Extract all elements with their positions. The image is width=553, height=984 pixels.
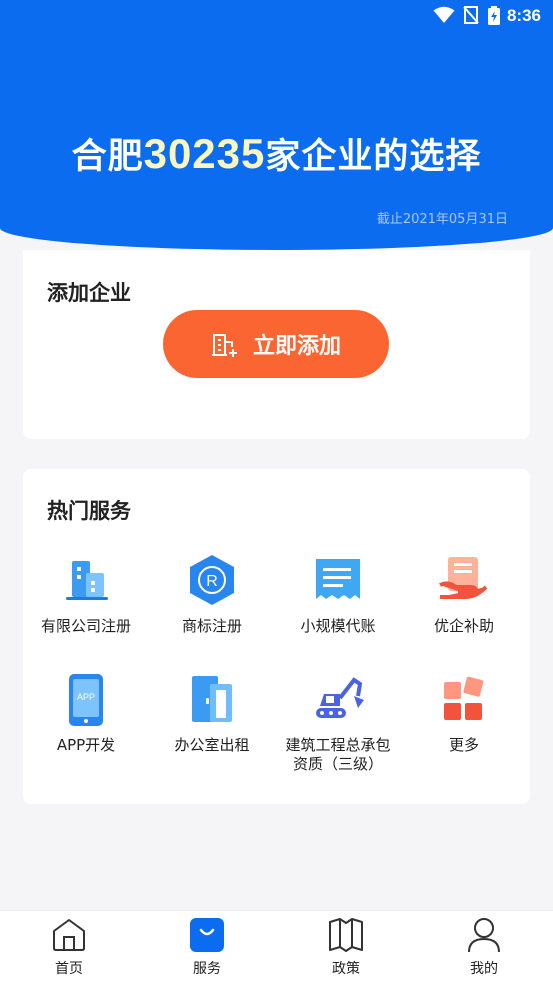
- tab-services[interactable]: 服务: [138, 911, 276, 984]
- book-icon: [329, 918, 363, 952]
- hero-company-count: 30235: [143, 130, 266, 177]
- tab-home[interactable]: 首页: [0, 911, 138, 984]
- building-icon: [66, 561, 108, 600]
- service-office-rental[interactable]: 办公室出租: [149, 672, 275, 755]
- svg-text:R: R: [206, 573, 218, 590]
- service-label: 优企补助: [433, 617, 494, 635]
- service-label: 更多: [448, 736, 479, 754]
- service-label: 办公室出租: [174, 736, 250, 754]
- hero-suffix: 家企业的选择: [265, 137, 482, 177]
- service-trademark-registration[interactable]: R 商标注册: [149, 553, 275, 636]
- hero-headline: 合肥30235家企业的选择: [0, 128, 553, 179]
- tab-label: 服务: [193, 961, 221, 977]
- add-company-button-label: 立即添加: [252, 334, 341, 359]
- add-company-title: 添加企业: [47, 281, 131, 305]
- tab-mine[interactable]: 我的: [415, 911, 553, 984]
- svg-text:APP: APP: [77, 692, 95, 702]
- tab-label: 政策: [332, 961, 360, 977]
- status-bar: 8:36: [0, 0, 553, 32]
- service-label: APP开发: [56, 736, 116, 754]
- service-small-bookkeeping[interactable]: 小规模代账: [275, 553, 401, 636]
- person-icon: [468, 918, 500, 953]
- hot-services-title: 热门服务: [47, 499, 131, 523]
- service-bag-icon: [190, 918, 224, 952]
- home-icon: [53, 919, 85, 951]
- office-door-icon: [192, 676, 232, 722]
- service-label: 商标注册: [181, 617, 242, 635]
- service-label: 建筑工程总承包 资质（三级）: [285, 736, 391, 773]
- subsidy-icon: [439, 557, 488, 599]
- building-add-icon: [211, 334, 237, 357]
- excavator-icon: [316, 677, 364, 718]
- trademark-icon: R: [190, 555, 234, 605]
- wifi-icon: [433, 6, 455, 23]
- service-label: 小规模代账: [300, 617, 376, 635]
- tab-label: 首页: [55, 961, 83, 977]
- service-app-development[interactable]: APP APP开发: [23, 672, 149, 755]
- no-signal-icon: [463, 6, 479, 24]
- service-enterprise-subsidy[interactable]: 优企补助: [401, 553, 527, 636]
- hero-city: 合肥: [71, 137, 144, 177]
- add-company-button[interactable]: 立即添加: [163, 310, 389, 378]
- hero-as-of-date: 截止2021年05月31日: [376, 212, 508, 227]
- add-company-card: 添加企业 立即添加: [23, 250, 530, 439]
- more-grid-icon: [444, 676, 484, 720]
- service-company-registration[interactable]: 有限公司注册: [23, 553, 149, 636]
- service-label: 有限公司注册: [40, 617, 131, 635]
- battery-charging-icon: [488, 6, 500, 25]
- service-more[interactable]: 更多: [401, 672, 527, 755]
- receipt-icon: [316, 559, 360, 599]
- bottom-tab-bar: 首页 服务 政策 我的: [0, 910, 553, 984]
- tab-label: 我的: [470, 961, 498, 977]
- service-construction-qualification[interactable]: 建筑工程总承包 资质（三级）: [275, 672, 401, 774]
- tab-policy[interactable]: 政策: [277, 911, 415, 984]
- hot-services-card: 热门服务 有限公司注册 R 商标注册 小规模代账 优企补助 APP APP开发 …: [23, 469, 530, 804]
- app-phone-icon: APP: [69, 674, 103, 726]
- status-time: 8:36: [506, 6, 541, 25]
